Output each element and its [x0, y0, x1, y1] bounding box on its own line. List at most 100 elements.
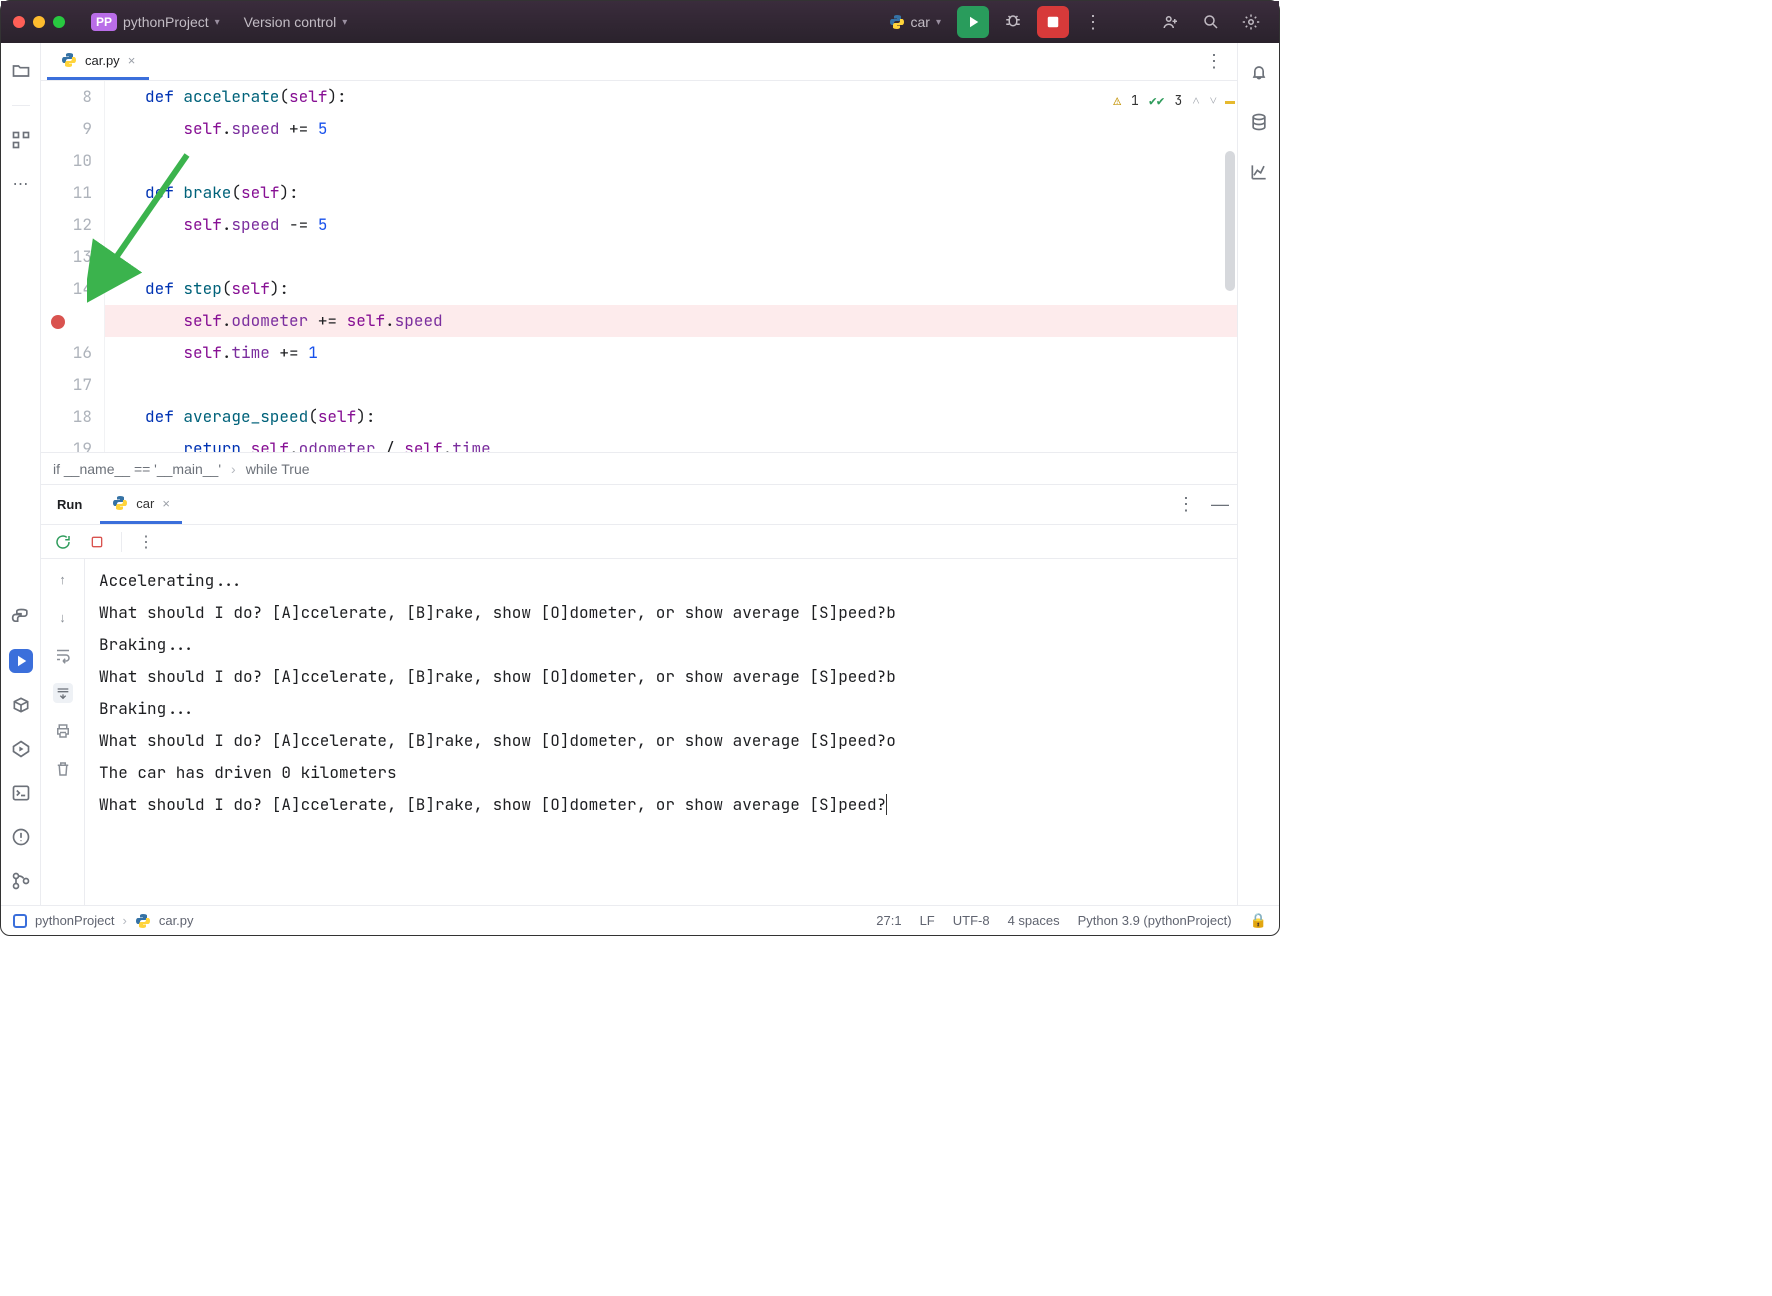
editor-scrollbar[interactable] [1225, 151, 1235, 291]
inspection-widget[interactable]: ⚠1 ✔✔3 ˄ ˅ [1113, 85, 1217, 117]
delete-button[interactable] [53, 759, 73, 779]
next-highlight-button[interactable]: ˅ [1210, 85, 1217, 117]
code-with-me-button[interactable] [1155, 6, 1187, 38]
tab-menu-button[interactable]: ⋮ [1197, 51, 1231, 72]
run-button[interactable] [957, 6, 989, 38]
status-project-icon[interactable] [13, 914, 27, 928]
python-icon [112, 495, 128, 511]
editor-code[interactable]: ⚠1 ✔✔3 ˄ ˅ def accelerate(self): self.sp… [105, 81, 1237, 452]
gutter-line[interactable]: 13 [41, 241, 92, 273]
code-line[interactable]: self.speed += 5 [105, 113, 1237, 145]
debug-button[interactable] [997, 6, 1029, 38]
stop-run-button[interactable] [87, 532, 107, 552]
notifications-button[interactable] [1248, 61, 1270, 83]
editor-gutter[interactable]: 891011121314 16171819 [41, 81, 105, 452]
project-tool-button[interactable] [9, 59, 33, 83]
scroll-down-button[interactable]: ↓ [53, 607, 73, 627]
python-icon [135, 913, 151, 929]
readonly-lock-icon[interactable]: 🔒 [1250, 912, 1267, 929]
console-line: What should I do? [A]ccelerate, [B]rake,… [99, 661, 1223, 693]
run-console[interactable]: Accelerating...What should I do? [A]ccel… [85, 559, 1237, 905]
run-config-name: car [911, 14, 930, 30]
status-file-name[interactable]: car.py [159, 913, 194, 928]
gutter-line[interactable]: 19 [41, 433, 92, 453]
breakpoint-icon[interactable] [51, 315, 65, 329]
terminal-tool-button[interactable] [9, 781, 33, 805]
run-tool-button[interactable] [9, 649, 33, 673]
structure-tool-button[interactable] [9, 128, 33, 152]
gutter-line[interactable]: 14 [41, 273, 92, 305]
code-line[interactable]: def average_speed(self): [105, 401, 1237, 433]
python-console-button[interactable] [9, 605, 33, 629]
warning-count: 1 [1131, 85, 1139, 117]
right-toolrail [1237, 43, 1279, 905]
services-tool-button[interactable] [9, 737, 33, 761]
minimize-run-panel-button[interactable]: — [1211, 494, 1229, 515]
close-window-button[interactable] [13, 16, 25, 28]
ok-count: 3 [1175, 85, 1183, 117]
run-tab-car[interactable]: car × [100, 485, 182, 524]
file-encoding[interactable]: UTF-8 [953, 913, 990, 928]
code-line[interactable]: def step(self): [105, 273, 1237, 305]
run-config-chooser[interactable]: car ▾ [881, 10, 949, 34]
code-line[interactable] [105, 145, 1237, 177]
python-icon [61, 52, 77, 68]
scroll-to-end-button[interactable] [53, 683, 73, 703]
stop-button[interactable] [1037, 6, 1069, 38]
gutter-line[interactable]: 8 [41, 81, 92, 113]
code-line[interactable] [105, 241, 1237, 273]
interpreter[interactable]: Python 3.9 (pythonProject) [1078, 913, 1232, 928]
minimize-window-button[interactable] [33, 16, 45, 28]
gutter-line[interactable]: 9 [41, 113, 92, 145]
more-menu-button[interactable]: ⋮ [1077, 6, 1109, 38]
run-gutter: ↑ ↓ [41, 559, 85, 905]
more-tool-button[interactable]: ⋯ [9, 172, 33, 196]
print-button[interactable] [53, 721, 73, 741]
run-tab-label: car [136, 496, 154, 511]
code-line[interactable]: return self.odometer / self.time [105, 433, 1237, 452]
close-tab-button[interactable]: × [128, 53, 136, 68]
soft-wrap-button[interactable] [53, 645, 73, 665]
settings-button[interactable] [1235, 6, 1267, 38]
line-separator[interactable]: LF [920, 913, 935, 928]
code-line[interactable]: def brake(self): [105, 177, 1237, 209]
cursor-position[interactable]: 27:1 [876, 913, 901, 928]
database-button[interactable] [1248, 111, 1270, 133]
scroll-up-button[interactable]: ↑ [53, 569, 73, 589]
gutter-line[interactable]: 11 [41, 177, 92, 209]
editor[interactable]: 89101112131416171819 ⚠1 ✔✔3 ˄ ˅ def acce… [41, 81, 1237, 453]
rerun-button[interactable] [53, 532, 73, 552]
vcs-tool-button[interactable] [9, 869, 33, 893]
problems-tool-button[interactable] [9, 825, 33, 849]
console-line: Braking... [99, 693, 1223, 725]
gutter-line[interactable]: 16 [41, 337, 92, 369]
gutter-line[interactable] [41, 305, 92, 337]
title-bar: PP pythonProject ▾ Version control ▾ car… [1, 1, 1279, 43]
gutter-line[interactable]: 18 [41, 401, 92, 433]
vcs-chooser[interactable]: Version control ▾ [236, 10, 356, 34]
editor-breadcrumb[interactable]: if __name__ == '__main__' › while True [41, 453, 1237, 485]
code-line[interactable]: def accelerate(self): [105, 81, 1237, 113]
run-panel-menu-button[interactable]: ⋮ [1177, 494, 1195, 515]
run-toolbar-menu-button[interactable]: ⋮ [136, 532, 156, 552]
gutter-line[interactable]: 12 [41, 209, 92, 241]
code-line[interactable]: self.time += 1 [105, 337, 1237, 369]
code-line[interactable]: self.odometer += self.speed [105, 305, 1237, 337]
code-line[interactable] [105, 369, 1237, 401]
project-chooser[interactable]: PP pythonProject ▾ [83, 9, 228, 35]
indent-setting[interactable]: 4 spaces [1008, 913, 1060, 928]
breadcrumb-part-2[interactable]: while True [246, 461, 310, 477]
breadcrumb-part-1[interactable]: if __name__ == '__main__' [53, 461, 221, 477]
prev-highlight-button[interactable]: ˄ [1192, 85, 1199, 117]
maximize-window-button[interactable] [53, 16, 65, 28]
packages-tool-button[interactable] [9, 693, 33, 717]
close-run-tab-button[interactable]: × [162, 496, 170, 511]
sciview-button[interactable] [1248, 161, 1270, 183]
status-project-name[interactable]: pythonProject [35, 913, 115, 928]
checkmark-icon: ✔✔ [1149, 85, 1165, 117]
search-button[interactable] [1195, 6, 1227, 38]
gutter-line[interactable]: 10 [41, 145, 92, 177]
editor-tab-carpy[interactable]: car.py × [47, 43, 149, 80]
gutter-line[interactable]: 17 [41, 369, 92, 401]
code-line[interactable]: self.speed -= 5 [105, 209, 1237, 241]
